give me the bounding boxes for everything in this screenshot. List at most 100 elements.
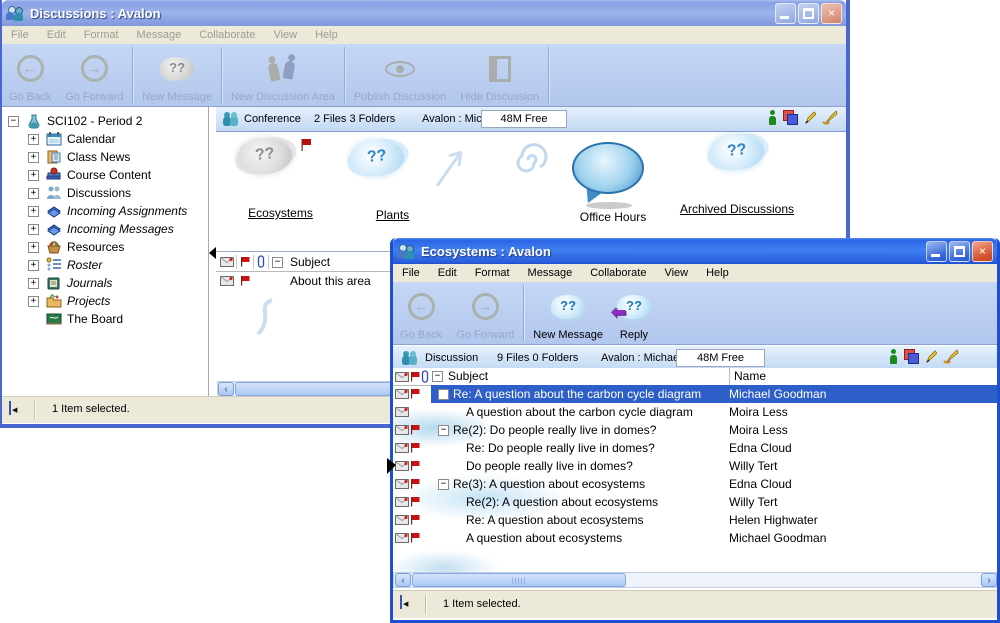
envelope-icon (395, 371, 409, 385)
message-row[interactable]: A question about ecosystemsMichael Goodm… (393, 529, 997, 547)
plus-box[interactable]: + (28, 134, 39, 145)
message-row[interactable]: Re: Do people really live in domes?Edna … (393, 439, 997, 457)
collapse-all-box[interactable]: − (432, 371, 443, 382)
close-button[interactable]: × (821, 3, 842, 24)
tree-item-class-news[interactable]: +Class News (2, 148, 208, 166)
menu-item-message[interactable]: Message (128, 29, 191, 41)
maximize-button[interactable] (798, 3, 819, 24)
go-back-button[interactable]: ← Go Back (393, 282, 449, 344)
message-row[interactable]: A question about the carbon cycle diagra… (393, 403, 997, 421)
menu-item-view[interactable]: View (655, 267, 697, 279)
tree-item-incoming-assignments[interactable]: +Incoming Assignments (2, 202, 208, 220)
conference-item-label[interactable]: Archived Discussions (662, 202, 812, 216)
message-row[interactable]: Re: A question about ecosystemsHelen Hig… (393, 511, 997, 529)
scrollbar-thumb[interactable] (412, 573, 626, 587)
plus-box[interactable]: + (28, 242, 39, 253)
go-forward-button[interactable]: → Go Forward (58, 44, 130, 106)
collapse-all-box[interactable]: − (272, 257, 283, 268)
publish-discussion-button[interactable]: Publish Discussion (347, 44, 453, 106)
maximize-button[interactable] (949, 241, 970, 262)
minus-box[interactable]: − (438, 425, 449, 436)
conference-item-office-hours[interactable]: Office Hours (568, 142, 658, 224)
plus-box[interactable]: + (28, 152, 39, 163)
menu-item-format[interactable]: Format (466, 267, 519, 279)
menu-item-view[interactable]: View (264, 29, 306, 41)
signature-pen-icon[interactable] (822, 110, 838, 125)
conference-item-label[interactable]: Ecosystems (238, 206, 323, 220)
presence-icon[interactable] (768, 110, 777, 125)
minus-box[interactable]: − (438, 389, 449, 400)
new-discussion-area-button[interactable]: New Discussion Area (224, 44, 342, 106)
message-subject: About this area (290, 274, 371, 288)
new-message-button[interactable]: ?? New Message (135, 44, 219, 106)
conference-item-archived-discussions[interactable]: ?? Archived Discussions (662, 134, 812, 216)
message-row[interactable]: −Re(3): A question about ecosystemsEdna … (393, 475, 997, 493)
menu-item-collaborate[interactable]: Collaborate (581, 267, 655, 279)
plus-box[interactable]: + (28, 278, 39, 289)
menu-item-format[interactable]: Format (75, 29, 128, 41)
conference-item-label[interactable]: Plants (350, 208, 435, 222)
tree-item-the-board[interactable]: The Board (2, 310, 208, 328)
go-forward-button[interactable]: → Go Forward (449, 282, 521, 344)
message-list-header[interactable]: − Subject Name (393, 368, 997, 386)
tree-splitter[interactable] (209, 107, 216, 397)
conference-item-ecosystems[interactable]: ?? Ecosystems (238, 138, 323, 220)
minus-box[interactable]: − (8, 116, 19, 127)
close-button[interactable]: × (972, 241, 993, 262)
name-column-header[interactable]: Name (734, 369, 766, 383)
message-row[interactable]: Do people really live in domes?Willy Ter… (393, 457, 997, 475)
layers-icon[interactable] (904, 349, 919, 364)
tree-item-calendar[interactable]: +Calendar (2, 130, 208, 148)
minus-box[interactable]: − (438, 479, 449, 490)
hide-discussion-label: Hide Discussion (460, 91, 539, 103)
plus-box[interactable]: + (28, 224, 39, 235)
new-message-button[interactable]: ?? New Message (526, 282, 610, 344)
menu-item-message[interactable]: Message (519, 267, 582, 279)
pane-toggle-icon[interactable]: ◀ (9, 401, 11, 415)
menu-item-edit[interactable]: Edit (38, 29, 75, 41)
menu-item-help[interactable]: Help (697, 267, 738, 279)
go-back-button[interactable]: ← Go Back (2, 44, 58, 106)
tree-item-journals[interactable]: +Journals (2, 274, 208, 292)
pencil-icon[interactable] (804, 110, 816, 125)
scroll-left-button[interactable]: ‹ (395, 573, 411, 587)
pane-toggle-icon[interactable]: ◀ (400, 595, 402, 609)
menu-item-help[interactable]: Help (306, 29, 347, 41)
minimize-button[interactable] (926, 241, 947, 262)
conference-item-plants[interactable]: ?? Plants (350, 140, 435, 222)
subject-column-header[interactable]: Subject (290, 255, 330, 269)
presence-icon[interactable] (889, 349, 898, 364)
menu-item-file[interactable]: File (393, 267, 429, 279)
tree-item-resources[interactable]: +Resources (2, 238, 208, 256)
plus-box[interactable]: + (28, 260, 39, 271)
scroll-right-button[interactable]: › (981, 573, 997, 587)
tree-item-projects[interactable]: +Projects (2, 292, 208, 310)
message-row[interactable]: Re(2): A question about ecosystemsWilly … (393, 493, 997, 511)
plus-box[interactable]: + (28, 296, 39, 307)
plus-box[interactable]: + (28, 170, 39, 181)
message-row[interactable]: −Re: A question about the carbon cycle d… (393, 385, 997, 403)
message-row[interactable]: −Re(2): Do people really live in domes?M… (393, 421, 997, 439)
subject-column-header[interactable]: Subject (448, 369, 488, 383)
tree-item-incoming-messages[interactable]: +Incoming Messages (2, 220, 208, 238)
reply-button[interactable]: ??⬅ Reply (610, 282, 658, 344)
tree-item-sci102-period-2[interactable]: −SCI102 - Period 2 (2, 112, 208, 130)
scroll-left-button[interactable]: ‹ (218, 382, 234, 396)
pencil-icon[interactable] (925, 349, 937, 364)
tree-item-course-content[interactable]: +Course Content (2, 166, 208, 184)
plus-box[interactable]: + (28, 188, 39, 199)
menu-item-edit[interactable]: Edit (429, 267, 466, 279)
layers-icon[interactable] (783, 110, 798, 125)
menu-item-file[interactable]: File (2, 29, 38, 41)
tree-item-roster[interactable]: +Roster (2, 256, 208, 274)
menu-item-collaborate[interactable]: Collaborate (190, 29, 264, 41)
tree-item-discussions[interactable]: +Discussions (2, 184, 208, 202)
hide-discussion-button[interactable]: Hide Discussion (453, 44, 546, 106)
conference-item-label[interactable]: Office Hours (568, 210, 658, 224)
message-list-hscrollbar[interactable]: ‹ › (393, 572, 997, 588)
signature-pen-icon[interactable] (943, 349, 959, 364)
window-title: Ecosystems : Avalon (421, 244, 551, 259)
plus-box[interactable]: + (28, 206, 39, 217)
minimize-button[interactable] (775, 3, 796, 24)
splitter-collapse-arrow-icon[interactable] (209, 247, 216, 259)
